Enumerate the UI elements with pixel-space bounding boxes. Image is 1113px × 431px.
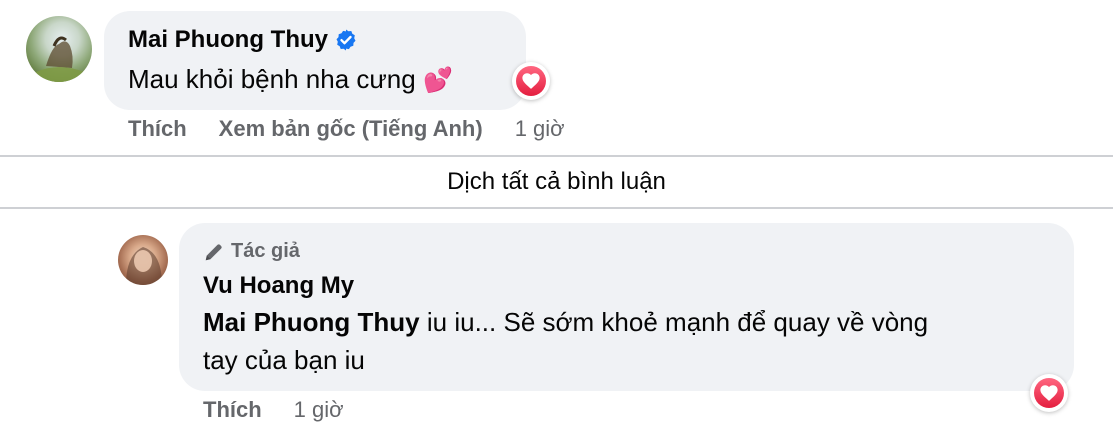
comment-timestamp[interactable]: 1 giờ	[515, 116, 565, 142]
like-button[interactable]: Thích	[203, 397, 262, 423]
comment-text: Mau khỏi bệnh nha cưng	[128, 64, 416, 94]
reply-actions: Thích 1 giờ	[203, 397, 344, 423]
verified-badge-icon	[336, 29, 356, 51]
heart-reaction-button[interactable]	[1030, 374, 1068, 412]
avatar-image-icon	[36, 36, 84, 82]
comment-author-row: Mai Phuong Thuy	[128, 26, 358, 54]
divider	[0, 207, 1113, 209]
avatar[interactable]	[118, 235, 168, 285]
reply-text: iu iu... Sẽ sớm khoẻ mạnh để quay về vòn…	[419, 307, 929, 337]
see-original-button[interactable]: Xem bản gốc (Tiếng Anh)	[219, 116, 483, 142]
comment-author-name[interactable]: Mai Phuong Thuy	[128, 26, 328, 54]
comment-actions: Thích Xem bản gốc (Tiếng Anh) 1 giờ	[128, 116, 565, 142]
translate-all-comments-button[interactable]: Dịch tất cả bình luận	[0, 157, 1113, 207]
translate-all-label: Dịch tất cả bình luận	[447, 168, 666, 195]
author-badge-label: Tác giả	[231, 240, 300, 262]
avatar-image-icon	[126, 247, 162, 285]
avatar[interactable]	[26, 16, 92, 82]
mention-link[interactable]: Mai Phuong Thuy	[203, 307, 420, 337]
reply-timestamp[interactable]: 1 giờ	[294, 397, 344, 423]
heart-reaction-button[interactable]	[512, 62, 550, 100]
like-button[interactable]: Thích	[128, 116, 187, 142]
heart-icon	[522, 73, 540, 89]
author-badge: Tác giả	[203, 240, 300, 263]
heart-icon	[1040, 385, 1058, 401]
reply-text-line: Mai Phuong Thuy iu iu... Sẽ sớm khoẻ mạn…	[203, 303, 928, 341]
two-hearts-emoji: 💕	[422, 67, 453, 94]
comment-text-row: Mau khỏi bệnh nha cưng 💕	[128, 60, 453, 100]
pencil-icon	[205, 243, 222, 260]
reply-text: tay của bạn iu	[203, 345, 365, 375]
reply-text-line: tay của bạn iu	[203, 341, 365, 379]
reply-author-name[interactable]: Vu Hoang My	[203, 272, 354, 300]
